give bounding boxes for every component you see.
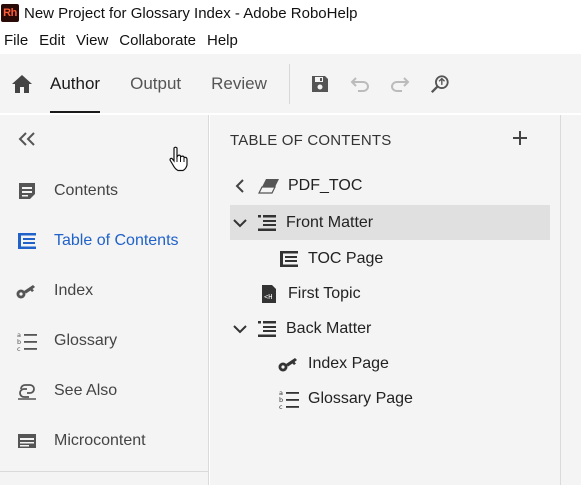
menu-bar: File Edit View Collaborate Help (0, 28, 581, 52)
toc-item-glossary-page[interactable]: abc Glossary Page (278, 381, 528, 416)
right-panel-edge (560, 115, 581, 485)
tab-author[interactable]: Author (50, 54, 101, 113)
nav-item-contents[interactable]: Contents (16, 176, 118, 206)
toc-icon (278, 248, 300, 270)
nav-item-label: See Also (54, 382, 118, 399)
top-toolbar: Author Output Review (0, 54, 581, 113)
glossary-icon: abc (16, 330, 38, 352)
toc-item-back-matter[interactable]: Back Matter (230, 311, 550, 346)
eraser-icon (258, 175, 280, 197)
toc-item-first-topic[interactable]: <H First Topic (258, 276, 528, 311)
toc-item-label: PDF_TOC (288, 176, 363, 194)
collapse-panel-icon[interactable] (18, 128, 40, 150)
nav-item-glossary[interactable]: abc Glossary (16, 326, 117, 356)
key-icon (278, 353, 300, 375)
add-icon[interactable] (510, 128, 530, 148)
glossary-icon: abc (278, 388, 300, 410)
toc-item-label: Front Matter (286, 213, 374, 231)
svg-text:<H: <H (264, 293, 272, 301)
chevron-down-icon[interactable] (230, 319, 250, 339)
title-bar: Rh New Project for Glossary Index - Adob… (0, 0, 581, 26)
svg-text:c: c (279, 403, 283, 410)
save-icon[interactable] (310, 74, 330, 94)
book-icon (256, 212, 278, 234)
svg-text:c: c (17, 345, 21, 352)
microcontent-icon (16, 430, 38, 452)
menu-edit[interactable]: Edit (34, 32, 71, 49)
contents-icon (16, 180, 38, 202)
undo-icon[interactable] (350, 74, 370, 94)
menu-help[interactable]: Help (202, 32, 244, 49)
hand-cursor-icon (168, 146, 188, 172)
toc-item-toc-page[interactable]: TOC Page (278, 241, 528, 276)
nav-item-table-of-contents[interactable]: Table of Contents (16, 226, 179, 256)
toc-item-front-matter[interactable]: Front Matter (230, 205, 550, 240)
menu-view[interactable]: View (71, 32, 114, 49)
chevron-left-icon[interactable] (230, 176, 250, 196)
redo-icon[interactable] (390, 74, 410, 94)
nav-item-label: Index (54, 282, 94, 299)
nav-item-label: Table of Contents (54, 232, 179, 249)
search-replace-icon[interactable] (430, 74, 450, 94)
menu-collaborate[interactable]: Collaborate (114, 32, 202, 49)
window-title: New Project for Glossary Index - Adobe R… (24, 4, 358, 22)
see-also-icon (16, 380, 38, 402)
toc-item-label: First Topic (288, 284, 361, 302)
toc-panel-title: TABLE OF CONTENTS (230, 132, 392, 149)
toc-item-label: TOC Page (308, 249, 384, 267)
nav-item-label: Contents (54, 182, 119, 199)
tab-review[interactable]: Review (211, 54, 267, 113)
toc-item-label: Index Page (308, 354, 389, 372)
panel-footer (0, 471, 209, 485)
key-icon (16, 280, 38, 302)
toc-item-label: Back Matter (286, 319, 372, 337)
nav-item-index[interactable]: Index (16, 276, 93, 306)
home-icon[interactable] (10, 72, 34, 96)
menu-file[interactable]: File (0, 32, 34, 49)
nav-item-label: Glossary (54, 332, 118, 349)
nav-item-microcontent[interactable]: Microcontent (16, 426, 146, 456)
nav-item-label: Microcontent (54, 432, 146, 449)
nav-item-see-also[interactable]: See Also (16, 376, 117, 406)
toolbar-divider (288, 63, 290, 104)
toc-item-index-page[interactable]: Index Page (278, 346, 528, 381)
toc-panel: TABLE OF CONTENTS PDF_TOC Front Matter T… (210, 115, 560, 485)
tab-output[interactable]: Output (130, 54, 181, 113)
robohelp-logo-icon: Rh (1, 4, 19, 22)
toc-item-pdf-toc[interactable]: PDF_TOC (230, 168, 550, 203)
toc-item-label: Glossary Page (308, 389, 413, 407)
chevron-down-icon[interactable] (230, 213, 250, 233)
topic-file-icon: <H (258, 283, 280, 305)
toc-icon (16, 230, 38, 252)
book-icon (256, 318, 278, 340)
